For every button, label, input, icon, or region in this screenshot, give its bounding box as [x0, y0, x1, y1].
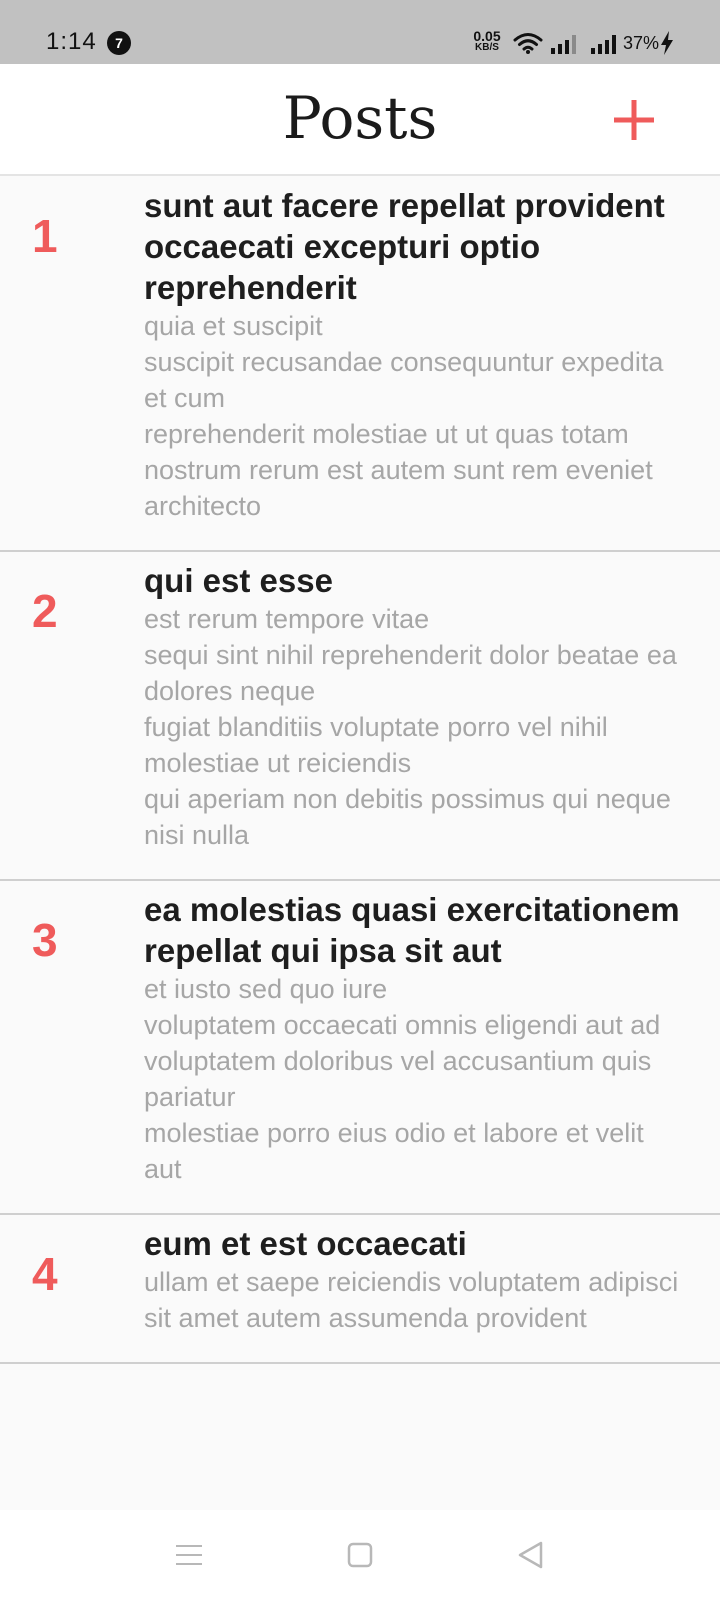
- network-speed-value: 0.05: [473, 28, 501, 44]
- post-title: eum et est occaecati: [144, 1225, 467, 1262]
- post-title: sunt aut facere repellat provident occae…: [144, 187, 665, 306]
- charging-icon: [660, 31, 674, 60]
- triangle-back-icon: [518, 1541, 543, 1569]
- notification-badge: 7: [107, 31, 131, 55]
- wifi-icon: [513, 32, 543, 59]
- square-home-icon: [347, 1542, 373, 1568]
- post-list-item[interactable]: 3 ea molestias quasi exercitationem repe…: [0, 881, 720, 1215]
- signal-strength-icon: [550, 34, 578, 59]
- menu-icon: [176, 1545, 202, 1565]
- add-post-button[interactable]: [612, 98, 656, 142]
- post-body: et iusto sed quo iure voluptatem occaeca…: [144, 974, 661, 1184]
- post-list-item[interactable]: 1 sunt aut facere repellat provident occ…: [0, 177, 720, 552]
- battery-level: 37%: [623, 33, 660, 53]
- post-list-item[interactable]: 4 eum et est occaecati ullam et saepe re…: [0, 1215, 720, 1364]
- post-body: quia et suscipit suscipit recusandae con…: [144, 311, 664, 521]
- back-button[interactable]: [514, 1538, 548, 1572]
- network-speed: 0.05 KB/S: [470, 28, 504, 54]
- plus-icon: [614, 100, 654, 140]
- post-body: est rerum tempore vitae sequi sint nihil…: [144, 604, 677, 850]
- system-nav-bar: [0, 1510, 720, 1600]
- status-bar: 1:14 7 0.05 KB/S 37%: [0, 0, 720, 64]
- post-number: 3: [32, 914, 58, 966]
- recent-apps-button[interactable]: [172, 1538, 206, 1572]
- home-button[interactable]: [343, 1538, 377, 1572]
- app-header: Posts: [0, 64, 720, 176]
- post-number: 2: [32, 585, 58, 637]
- post-title: qui est esse: [144, 562, 333, 599]
- post-list[interactable]: 1 sunt aut facere repellat provident occ…: [0, 177, 720, 1510]
- post-title: ea molestias quasi exercitationem repell…: [144, 891, 680, 969]
- post-number: 4: [32, 1248, 58, 1300]
- signal-strength-icon: [590, 34, 618, 59]
- status-time: 1:14: [46, 28, 97, 55]
- network-speed-unit: KB/S: [475, 42, 499, 53]
- post-list-item[interactable]: 2 qui est esse est rerum tempore vitae s…: [0, 552, 720, 881]
- post-number: 1: [32, 210, 58, 262]
- post-body: ullam et saepe reiciendis voluptatem adi…: [144, 1267, 679, 1333]
